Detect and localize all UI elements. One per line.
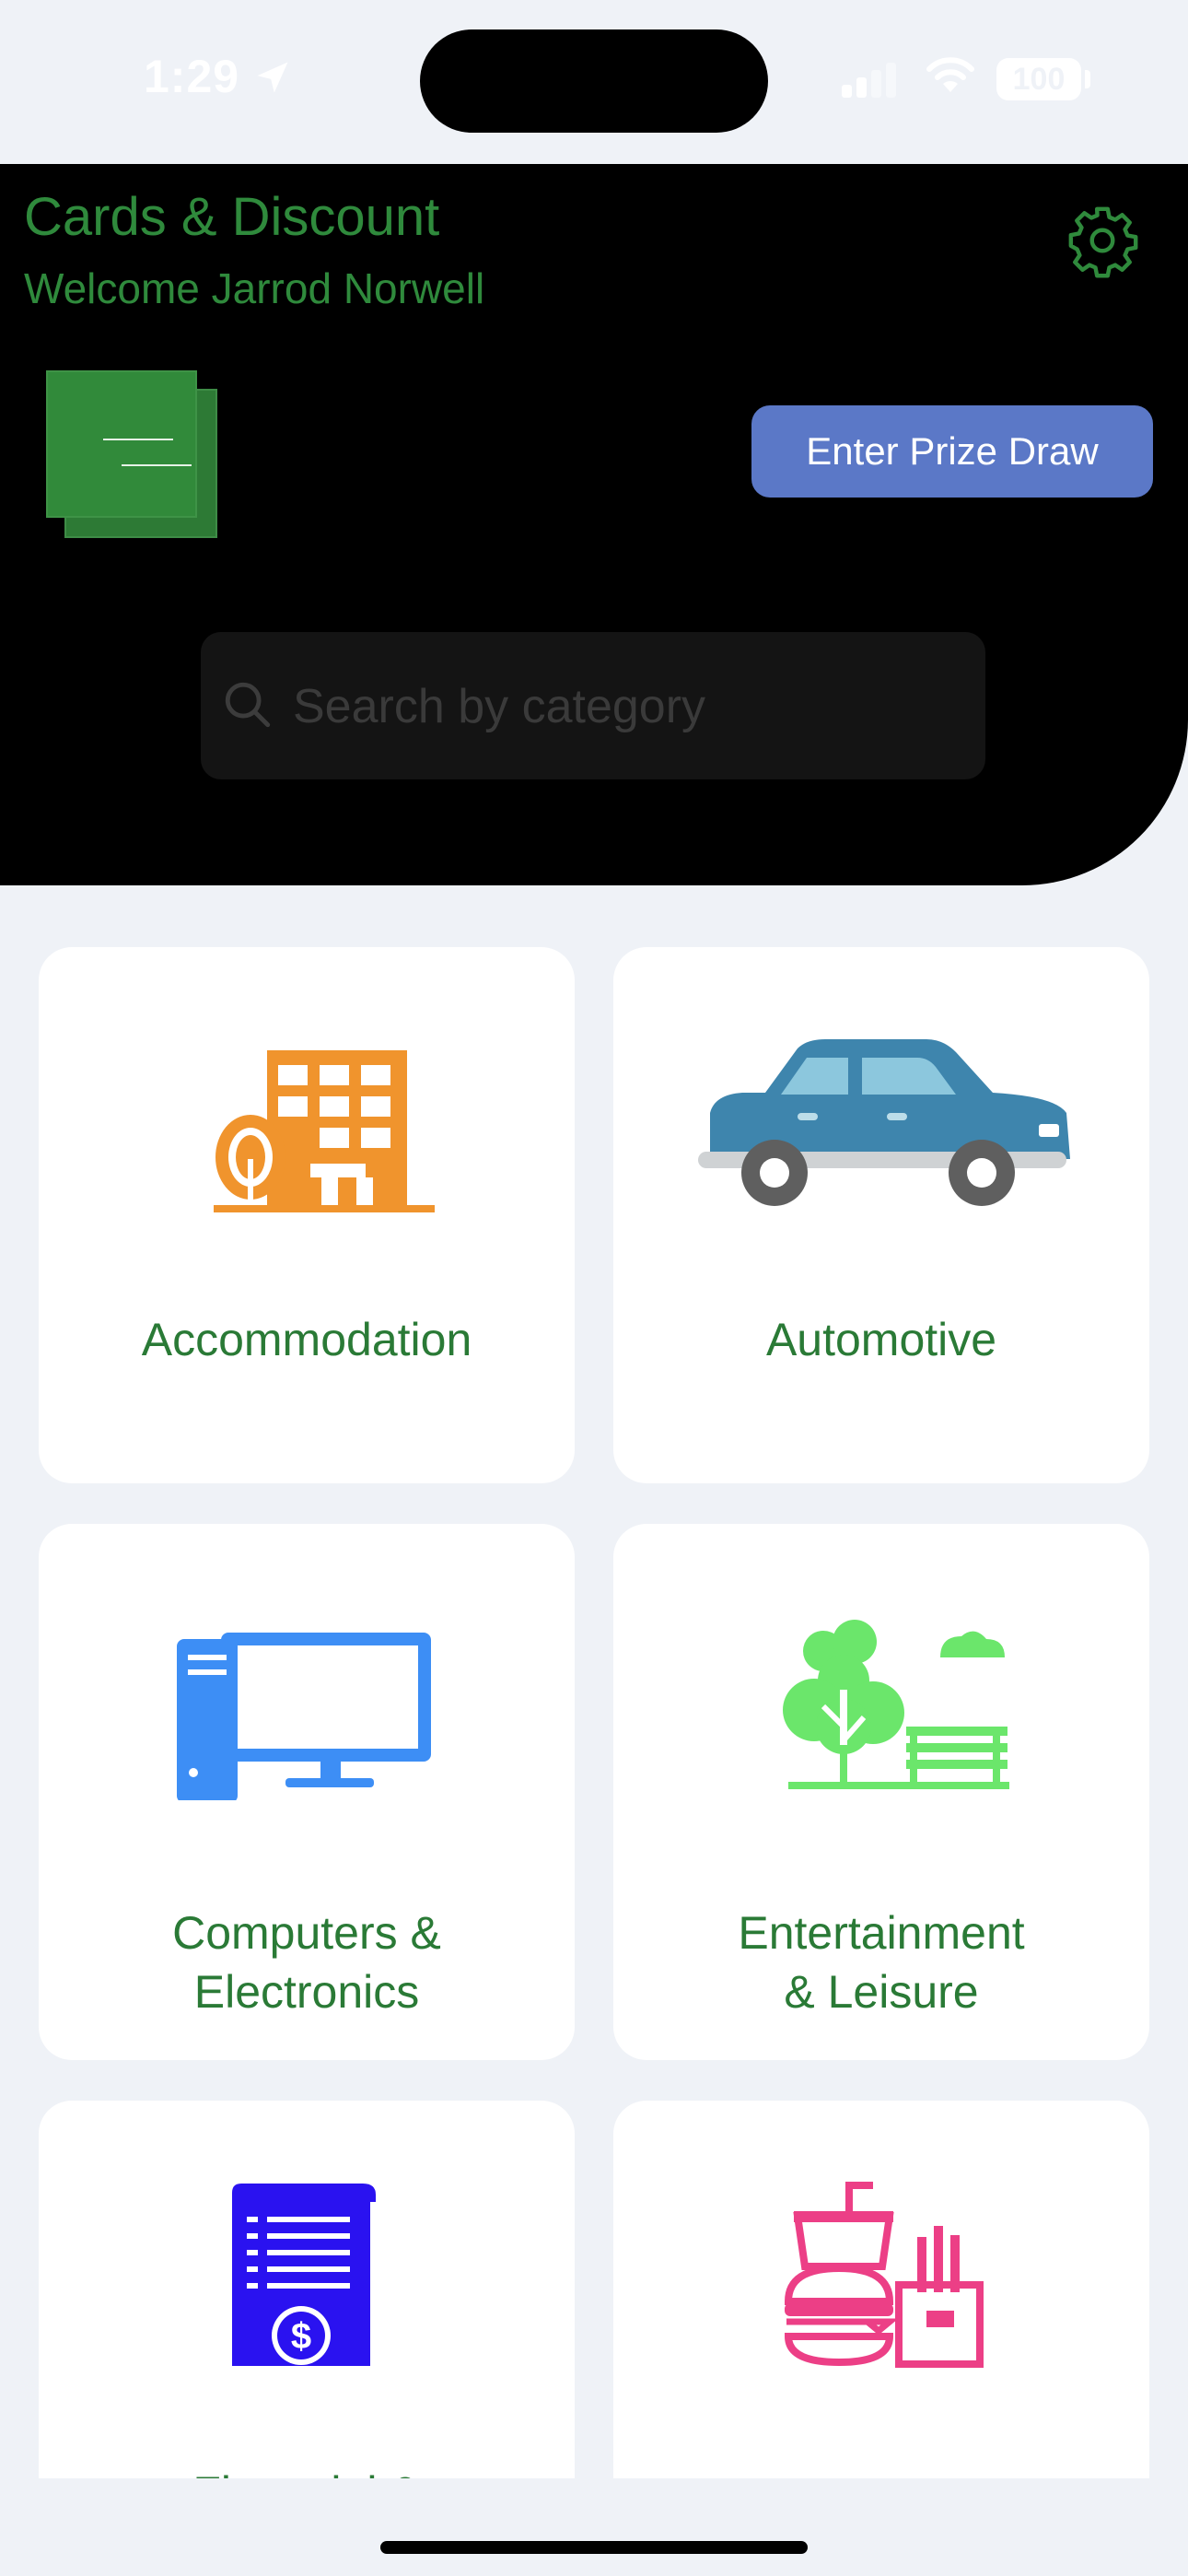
svg-text:$: $ (291, 2316, 311, 2357)
category-card-automotive[interactable]: Automotive (613, 947, 1149, 1483)
invoice-dollar-icon: $ (232, 2184, 376, 2366)
category-card-financial[interactable]: $ Financial & (39, 2101, 575, 2478)
category-label: Accommodation (141, 1314, 472, 1365)
category-card-accommodation[interactable]: Accommodation (39, 947, 575, 1483)
fast-food-icon (784, 2182, 984, 2368)
category-label-line2: Electronics (193, 1966, 420, 2018)
category-card-food[interactable] (613, 2101, 1149, 2478)
category-label-line2: & Leisure (784, 1966, 979, 2018)
park-tree-bench-icon (783, 1620, 1009, 1789)
category-card-computers-electronics[interactable]: Computers & Electronics (39, 1524, 575, 2060)
category-grid: Accommodation Automotive Computers & Ele… (0, 0, 1188, 2478)
category-label: Computers & (172, 1907, 441, 1959)
category-card-entertainment-leisure[interactable]: Entertainment & Leisure (613, 1524, 1149, 2060)
car-icon (698, 1039, 1070, 1206)
category-label: Entertainment (738, 1907, 1025, 1959)
building-tree-icon (214, 1050, 435, 1212)
category-label: Automotive (765, 1314, 997, 1365)
home-indicator[interactable] (380, 2541, 808, 2554)
category-label: Financial & (39, 2464, 575, 2478)
desktop-computer-icon (177, 1633, 431, 1800)
